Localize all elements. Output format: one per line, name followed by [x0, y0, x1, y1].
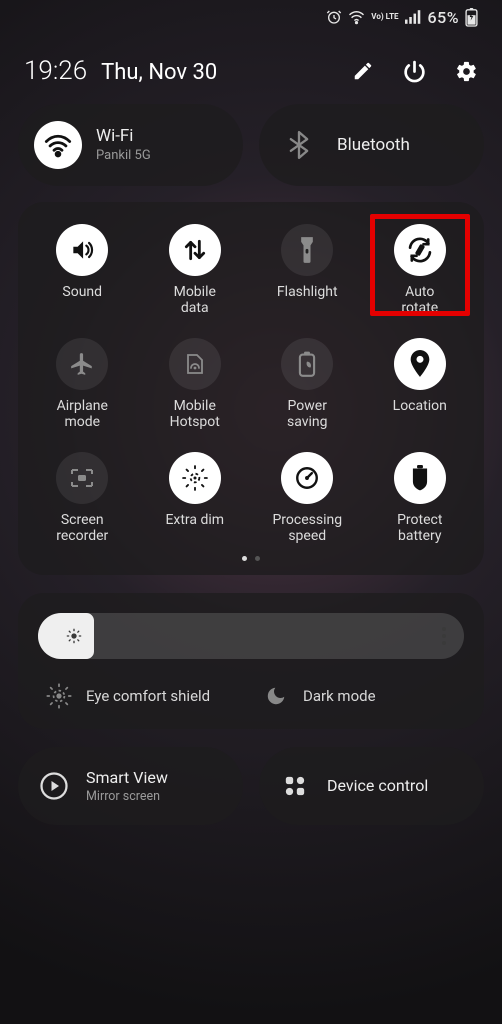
qs-grid-panel: Sound Mobile data Flashlight Auto rotate Air…: [18, 202, 484, 575]
mobile-data-icon: [169, 224, 221, 276]
status-bar: Vo) LTE 65%: [18, 0, 484, 34]
wifi-icon: [348, 10, 365, 24]
location-icon: [394, 338, 446, 390]
eye-comfort-toggle[interactable]: Eye comfort shield: [38, 681, 247, 711]
eye-comfort-label: Eye comfort shield: [86, 687, 210, 705]
location-label: Location: [393, 398, 447, 432]
screen-recorder-icon: [56, 452, 108, 504]
qs-auto-rotate[interactable]: Auto rotate: [366, 224, 475, 318]
volte-icon: Vo) LTE: [371, 13, 398, 21]
wifi-tile[interactable]: Wi-Fi Pankil 5G: [18, 104, 243, 186]
battery-percent: 65%: [428, 8, 459, 27]
qs-header: 19:26 Thu, Nov 30: [18, 34, 484, 104]
screen-recorder-label: Screen recorder: [56, 512, 108, 546]
smart-view-subtitle: Mirror screen: [86, 789, 168, 804]
flashlight-icon: [281, 224, 333, 276]
dark-mode-toggle[interactable]: Dark mode: [255, 681, 464, 711]
auto-rotate-label: Auto rotate: [401, 284, 438, 318]
bluetooth-tile[interactable]: Bluetooth: [259, 104, 484, 186]
device-control-tile[interactable]: Device control: [259, 747, 484, 825]
dark-mode-label: Dark mode: [303, 687, 376, 705]
protect-battery-label: Protect battery: [397, 512, 442, 546]
moon-icon: [261, 681, 291, 711]
alarm-icon: [326, 9, 342, 25]
battery-icon: [465, 8, 478, 26]
qs-sound[interactable]: Sound: [28, 224, 137, 318]
qs-mobile-data[interactable]: Mobile data: [141, 224, 250, 318]
device-control-title: Device control: [327, 776, 428, 795]
mobile-hotspot-icon: [169, 338, 221, 390]
edit-icon[interactable]: [352, 60, 374, 82]
processing-speed-icon: [281, 452, 333, 504]
power-saving-icon: [281, 338, 333, 390]
power-icon[interactable]: [402, 59, 427, 84]
qs-processing-speed[interactable]: Processing speed: [253, 452, 362, 546]
qs-screen-recorder[interactable]: Screen recorder: [28, 452, 137, 546]
qs-airplane-mode[interactable]: Airplane mode: [28, 338, 137, 432]
bluetooth-tile-icon: [275, 121, 323, 169]
wifi-tile-icon: [34, 121, 82, 169]
settings-icon[interactable]: [455, 60, 478, 83]
auto-rotate-icon: [394, 224, 446, 276]
clock-time: 19:26: [24, 56, 87, 86]
page-indicator: [28, 556, 474, 561]
qs-mobile-hotspot[interactable]: Mobile Hotspot: [141, 338, 250, 432]
wifi-title: Wi-Fi: [96, 126, 151, 146]
bluetooth-title: Bluetooth: [337, 135, 410, 155]
qs-power-saving[interactable]: Power saving: [253, 338, 362, 432]
flashlight-label: Flashlight: [277, 284, 338, 318]
qs-location[interactable]: Location: [366, 338, 475, 432]
mobile-hotspot-label: Mobile Hotspot: [170, 398, 220, 432]
mobile-data-label: Mobile data: [174, 284, 216, 318]
brightness-panel: Eye comfort shield Dark mode: [18, 593, 484, 729]
processing-speed-label: Processing speed: [272, 512, 342, 546]
eye-comfort-icon: [44, 681, 74, 711]
extra-dim-label: Extra dim: [165, 512, 224, 546]
signal-icon: [405, 10, 422, 24]
airplane-mode-label: Airplane mode: [57, 398, 108, 432]
sound-label: Sound: [62, 284, 102, 318]
smart-view-tile[interactable]: Smart View Mirror screen: [18, 747, 243, 825]
smart-view-icon: [36, 768, 72, 804]
sound-icon: [56, 224, 108, 276]
header-date: Thu, Nov 30: [101, 60, 217, 85]
qs-extra-dim[interactable]: Extra dim: [141, 452, 250, 546]
qs-flashlight[interactable]: Flashlight: [253, 224, 362, 318]
qs-protect-battery[interactable]: Protect battery: [366, 452, 475, 546]
brightness-slider[interactable]: [38, 613, 464, 659]
brightness-icon: [66, 628, 82, 644]
slider-menu-icon[interactable]: [442, 627, 446, 645]
power-saving-label: Power saving: [287, 398, 328, 432]
protect-battery-icon: [394, 452, 446, 504]
smart-view-title: Smart View: [86, 768, 168, 787]
extra-dim-icon: [169, 452, 221, 504]
wifi-subtitle: Pankil 5G: [96, 148, 151, 164]
airplane-mode-icon: [56, 338, 108, 390]
device-control-icon: [277, 768, 313, 804]
